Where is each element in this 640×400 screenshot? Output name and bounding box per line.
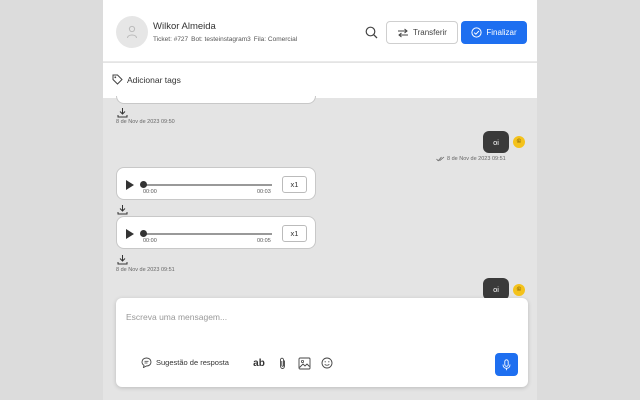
ticket-panel: Wilkor Almeida Ticket: #727 Bot: testeins… xyxy=(103,0,537,400)
smiley-icon xyxy=(321,357,333,369)
transfer-label: Transferir xyxy=(413,28,447,37)
message-timestamp: 8 de Nov de 2023 09:50 xyxy=(116,119,175,125)
message-timestamp: 8 de Nov de 2023 09:51 xyxy=(116,267,175,273)
audio-progress-slider[interactable] xyxy=(140,181,272,188)
audio-duration: 00:05 xyxy=(257,238,271,244)
play-icon[interactable] xyxy=(125,179,135,191)
finalize-label: Finalizar xyxy=(486,28,517,37)
transfer-arrows-icon xyxy=(398,28,409,37)
check-circle-icon xyxy=(471,27,482,38)
transfer-button[interactable]: Transferir xyxy=(386,21,458,44)
audio-progress-slider[interactable] xyxy=(140,230,272,237)
message-composer: Sugestão de resposta ab xyxy=(116,298,528,387)
user-icon xyxy=(127,25,137,39)
avatar xyxy=(116,16,148,48)
download-icon[interactable] xyxy=(116,203,128,215)
contact-name: Wilkor Almeida xyxy=(153,21,216,32)
message-bubble-partial xyxy=(116,96,316,104)
ticket-number: Ticket: #727 xyxy=(153,36,189,43)
voice-record-button[interactable] xyxy=(495,353,518,376)
image-upload-button[interactable] xyxy=(297,356,311,370)
sender-badge: © xyxy=(513,284,525,296)
ticket-info: Ticket: #727 Bot: testeinstagram3 Fila: Co… xyxy=(153,36,300,43)
text-format-button[interactable]: ab xyxy=(251,356,267,370)
emoji-button[interactable] xyxy=(320,356,334,370)
attach-button[interactable] xyxy=(275,356,289,370)
reply-suggestion-label: Sugestão de resposta xyxy=(156,358,229,367)
microphone-icon xyxy=(502,358,511,370)
audio-duration: 00:03 xyxy=(257,189,271,195)
audio-message: 00:00 00:03 x1 xyxy=(116,167,316,200)
finalize-button[interactable]: Finalizar xyxy=(461,21,527,44)
paperclip-icon xyxy=(279,357,285,369)
add-tags-button[interactable]: Adicionar tags xyxy=(112,74,181,85)
image-icon xyxy=(298,357,310,369)
search-icon xyxy=(365,26,377,38)
reply-suggestion-button[interactable]: Sugestão de resposta xyxy=(141,357,229,368)
audio-message: 00:00 00:05 x1 xyxy=(116,216,316,249)
audio-progress-knob[interactable] xyxy=(140,230,147,237)
outgoing-message: oi xyxy=(483,278,509,300)
message-read-status: 8 de Nov de 2023 09:51 xyxy=(436,156,506,162)
playback-speed-button[interactable]: x1 xyxy=(282,176,307,193)
tags-bar: Adicionar tags xyxy=(103,63,537,98)
download-icon[interactable] xyxy=(116,106,128,118)
audio-current-time: 00:00 xyxy=(143,189,157,195)
search-button[interactable] xyxy=(363,24,379,40)
playback-speed-button[interactable]: x1 xyxy=(282,225,307,242)
add-tags-label: Adicionar tags xyxy=(127,74,181,85)
audio-progress-knob[interactable] xyxy=(140,181,147,188)
play-icon[interactable] xyxy=(125,228,135,240)
tag-icon xyxy=(112,74,123,85)
sender-badge: © xyxy=(513,136,525,148)
double-check-icon xyxy=(436,156,445,162)
ticket-bot: Bot: testeinstagram3 xyxy=(191,36,251,43)
download-icon[interactable] xyxy=(116,253,128,265)
message-timestamp: 8 de Nov de 2023 09:51 xyxy=(447,156,506,162)
ticket-header: Wilkor Almeida Ticket: #727 Bot: testeins… xyxy=(103,0,537,62)
message-input[interactable] xyxy=(126,306,516,328)
outgoing-message: oi xyxy=(483,131,509,153)
chat-bubble-icon xyxy=(141,357,152,368)
audio-current-time: 00:00 xyxy=(143,238,157,244)
ticket-queue: Fila: Comercial xyxy=(253,36,298,43)
